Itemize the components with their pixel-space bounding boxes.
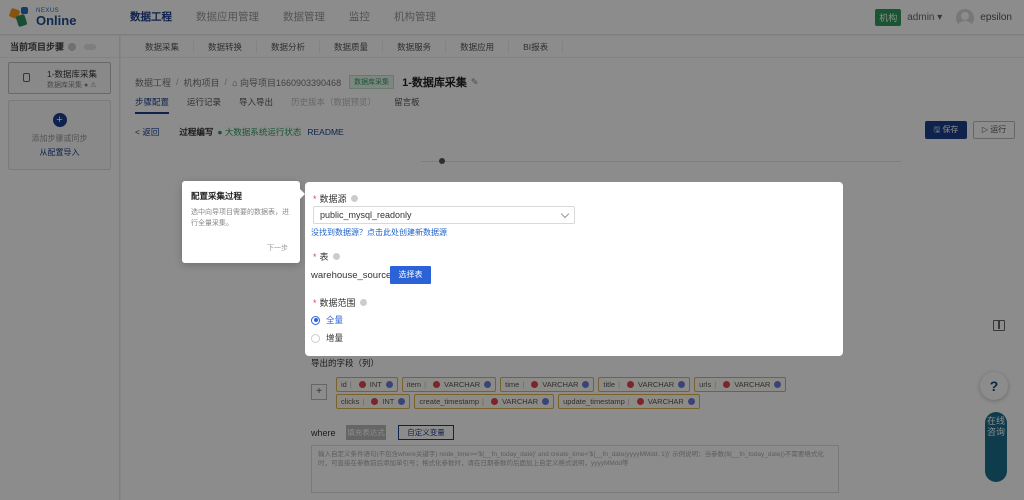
create-datasource-link[interactable]: 没找到数据源？点击此处创建新数据源: [311, 227, 447, 238]
range-label: * 数据范围: [313, 296, 367, 309]
table-label: * 表: [313, 250, 340, 263]
range-full-radio[interactable]: 全量: [311, 314, 343, 326]
datasource-form: * 数据源 public_mysql_readonly 没找到数据源？点击此处创建…: [305, 182, 843, 356]
tooltip-next-button[interactable]: 下一步: [267, 243, 288, 253]
range-incremental-radio[interactable]: 增量: [311, 332, 343, 344]
datasource-label: * 数据源: [313, 192, 358, 205]
tooltip-title: 配置采集过程: [191, 191, 243, 201]
datasource-select[interactable]: public_mysql_readonly: [313, 206, 575, 224]
help-icon: [332, 253, 340, 260]
chevron-down-icon: [560, 209, 570, 219]
table-value: warehouse_source: [311, 270, 392, 281]
select-table-button[interactable]: 选择表: [390, 266, 431, 284]
tooltip-body: 选中向导项目需要的数据表，进行全量采集。: [191, 209, 289, 227]
tour-tooltip: 配置采集过程 选中向导项目需要的数据表，进行全量采集。 下一步: [182, 181, 305, 263]
help-icon: [350, 195, 358, 202]
help-icon: [359, 299, 367, 306]
